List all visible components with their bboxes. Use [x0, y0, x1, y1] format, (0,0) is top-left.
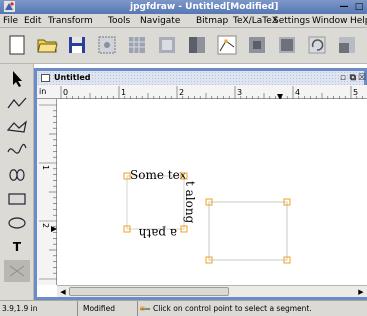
ellipse-icon [8, 217, 26, 229]
select-all-button[interactable] [93, 31, 121, 59]
scroll-thumb[interactable] [69, 287, 229, 296]
document-name: Untitled [54, 73, 91, 82]
vertical-ruler-ticks: 12 [39, 104, 57, 280]
math-text-tool[interactable] [4, 260, 30, 282]
text-tool[interactable]: T [4, 236, 30, 258]
status-message-text: Click on control point to select a segme… [153, 304, 312, 313]
rectangle-tool[interactable] [4, 188, 30, 210]
ruler-label: 1 [41, 165, 50, 170]
menu-settings[interactable]: Settings [273, 14, 310, 28]
move-front-button[interactable] [243, 31, 271, 59]
closed-line-icon [6, 120, 27, 133]
selected-rectangle-outline [208, 201, 288, 261]
save-button[interactable] [63, 31, 91, 59]
menu-bitmap[interactable]: Bitmap [196, 14, 228, 28]
rectangle-control-points [205, 198, 291, 264]
window-title: jpgfdraw - Untitled[Modified] [130, 2, 279, 12]
menu-edit[interactable]: Edit [24, 14, 41, 28]
math-text-icon [9, 265, 25, 277]
vertical-ruler: 12 [37, 99, 57, 285]
cursor-coordinates: 3.9,1.9 in [2, 301, 78, 316]
horizontal-scrollbar[interactable]: ◀ ▶ [57, 285, 367, 297]
ruler-label: 0 [63, 88, 68, 97]
scale-icon [339, 37, 355, 53]
app-logo-icon [4, 1, 15, 12]
menu-file[interactable]: File [3, 14, 18, 28]
move-back-icon [279, 37, 295, 53]
rectangle-icon [8, 193, 26, 205]
control-point-icon [140, 306, 150, 311]
toolbar [0, 28, 367, 64]
select-all-icon [98, 36, 116, 54]
closed-curve-tool[interactable] [4, 164, 30, 186]
path-edit-button[interactable] [213, 31, 241, 59]
grid-button[interactable] [123, 31, 151, 59]
fill-button[interactable] [183, 31, 211, 59]
document-frame: Untitled ▫ ⧉ ☒ in 012345 12 Some tex t a… [34, 68, 367, 300]
ruler-label: 4 [295, 88, 300, 97]
menu-help[interactable]: Help [350, 14, 367, 28]
path-text-bottom: a path [138, 226, 177, 240]
scale-button[interactable] [333, 31, 361, 59]
close-icon[interactable]: ☒ [358, 72, 366, 84]
ruler-label: 2 [41, 223, 50, 228]
document-title-bar[interactable]: Untitled ▫ ⧉ ☒ [37, 71, 366, 85]
tool-palette: T [0, 64, 34, 300]
menu-window[interactable]: Window [312, 14, 348, 28]
path-text-right: t along [183, 181, 197, 224]
maximize-button[interactable]: □ [353, 1, 365, 13]
text-path-outline [126, 175, 185, 230]
menu-navigate[interactable]: Navigate [140, 14, 180, 28]
new-file-icon [9, 35, 25, 55]
modified-indicator: Modified [80, 301, 138, 316]
drawing-canvas[interactable]: Some tex t along a path [57, 99, 367, 285]
horizontal-ruler: 0 1 2 3 4 5 [57, 85, 367, 100]
path-text-top: Some tex [130, 168, 187, 182]
document-icon [41, 74, 50, 82]
canvas-drawing: Some tex t along a path [123, 168, 291, 264]
closed-line-tool[interactable] [4, 116, 30, 138]
menu-tex-latex[interactable]: TeX/LaTeX [233, 14, 278, 28]
new-file-button[interactable] [3, 31, 31, 59]
iconify-icon[interactable]: ▫ [340, 72, 346, 84]
open-curve-icon [7, 143, 27, 154]
status-message: Click on control point to select a segme… [140, 301, 312, 316]
ellipse-tool[interactable] [4, 212, 30, 234]
open-file-button[interactable] [33, 31, 61, 59]
move-back-button[interactable] [273, 31, 301, 59]
select-tool[interactable] [4, 68, 30, 90]
fill-icon [189, 37, 205, 53]
open-line-tool[interactable] [4, 92, 30, 114]
ruler-label: 2 [179, 88, 184, 97]
ruler-unit: in [37, 85, 57, 99]
ruler-label: 1 [121, 88, 126, 97]
ruler-label: 3 [237, 88, 242, 97]
rotate-icon [308, 36, 326, 54]
open-line-icon [7, 97, 27, 109]
scroll-left-icon[interactable]: ◀ [58, 287, 68, 297]
scroll-right-icon[interactable]: ▶ [356, 287, 366, 297]
window-title-bar[interactable]: jpgfdraw - Untitled[Modified] — □ [0, 0, 367, 14]
save-disk-icon [69, 37, 85, 53]
select-arrow-icon [13, 71, 22, 87]
closed-curve-icon [9, 169, 25, 181]
image-button[interactable] [153, 31, 181, 59]
move-front-icon [249, 37, 265, 53]
horizontal-ruler-ticks: 0 1 2 3 4 5 [60, 86, 363, 100]
path-edit-icon [217, 35, 237, 55]
status-bar: 3.9,1.9 in Modified Click on control poi… [0, 300, 367, 316]
open-folder-icon [37, 39, 58, 53]
rotate-button[interactable] [303, 31, 331, 59]
minimize-button[interactable]: — [338, 1, 350, 13]
image-icon [159, 37, 175, 53]
restore-icon[interactable]: ⧉ [350, 72, 356, 84]
menu-transform[interactable]: Transform [48, 14, 93, 28]
open-curve-tool[interactable] [4, 140, 30, 162]
menu-bar: File Edit Transform Tools Navigate Bitma… [0, 14, 367, 28]
menu-tools[interactable]: Tools [108, 14, 130, 28]
grid-icon [129, 37, 145, 53]
ruler-label: 5 [353, 88, 358, 97]
